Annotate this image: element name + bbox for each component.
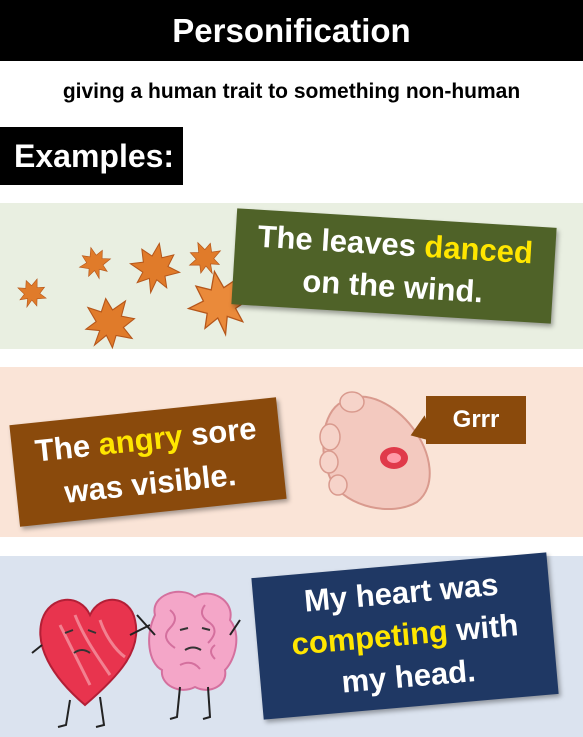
heart-character-icon	[31, 598, 151, 728]
maple-leaves-icon	[12, 234, 258, 358]
brain-character-icon	[136, 590, 241, 720]
page-title: Personification	[0, 0, 583, 61]
speech-bubble-grrr: Grrr	[426, 396, 526, 444]
heart-brain-characters-icon	[31, 590, 241, 728]
example-sign-heart: My heart was competing with my head.	[251, 552, 559, 720]
definition-text: giving a human trait to something non-hu…	[62, 80, 521, 103]
example-sign-leaves: The leaves danced on the wind.	[231, 208, 557, 324]
examples-label: Examples:	[0, 127, 183, 185]
